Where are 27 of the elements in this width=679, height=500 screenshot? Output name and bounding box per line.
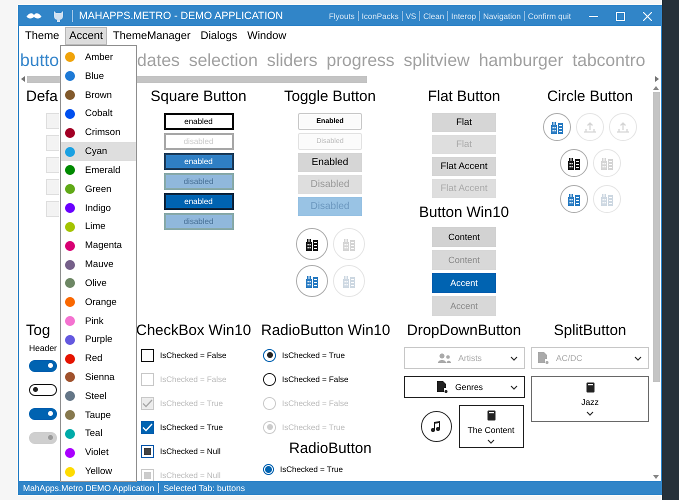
checkbox-label: IsChecked = False <box>160 350 226 360</box>
section-title: SplitButton <box>554 322 626 340</box>
checkbox-label: IsChecked = Null <box>160 470 221 480</box>
radio-label: IsChecked = False <box>282 398 348 408</box>
section-title: Button Win10 <box>418 204 510 222</box>
switch-header: Header <box>29 343 57 353</box>
section-title: CheckBox Win10 <box>136 322 252 340</box>
radio-label: IsChecked = True <box>280 464 343 474</box>
window-title: MAHAPPS.METRO - DEMO APPLICATION <box>79 10 284 22</box>
radio-label: IsChecked = True <box>282 422 345 432</box>
section-title: Flat Button <box>428 88 500 106</box>
section-title: Toggle Button <box>284 88 376 106</box>
status-text: MahApps.Metro DEMO Application <box>23 482 154 492</box>
radio-label: IsChecked = True <box>282 350 345 360</box>
section-title: Square Button <box>150 88 246 106</box>
checkbox-label: IsChecked = True <box>160 422 223 432</box>
section-title: Circle Button <box>547 88 633 106</box>
section-title: RadioButton Win10 <box>261 322 390 340</box>
checkbox-label: IsChecked = True <box>160 398 223 408</box>
section-title: Tog <box>26 322 50 340</box>
section-title: DropDownButton <box>406 322 522 340</box>
status-text: Selected Tab: buttons <box>163 482 245 492</box>
checkbox-label: IsChecked = Null <box>160 446 221 456</box>
section-title: Defa <box>26 88 58 106</box>
radio-label: IsChecked = False <box>282 374 348 384</box>
section-title: RadioButton <box>289 440 372 458</box>
checkbox-label: IsChecked = False <box>160 374 226 384</box>
